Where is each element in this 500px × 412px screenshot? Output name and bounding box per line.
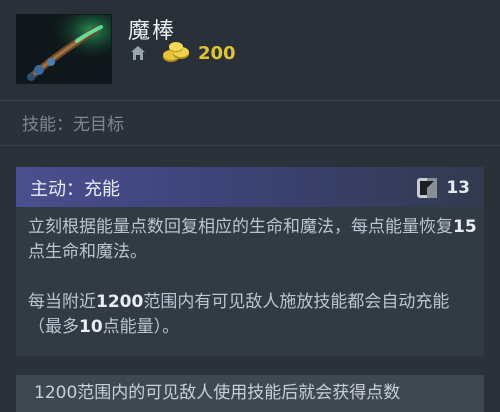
active-ability-description: 立刻根据能量点数回复相应的生命和魔法，每点能量恢复15点生命和魔法。 每当附近1… xyxy=(28,215,478,365)
item-tooltip: 魔棒 200 技能：无目标 主动：充能 13 立刻根据能量点数回复相应的生命和魔… xyxy=(0,0,500,412)
magic-stick-icon xyxy=(16,14,112,84)
ability-targeting: 技能：无目标 xyxy=(22,115,124,135)
gold-coins-icon xyxy=(163,42,189,62)
description-paragraph: 立刻根据能量点数回复相应的生命和魔法，每点能量恢复15点生命和魔法。 xyxy=(28,217,477,262)
active-ability-header: 主动：充能 13 xyxy=(16,167,484,207)
active-ability-block: 主动：充能 13 立刻根据能量点数回复相应的生命和魔法，每点能量恢复15点生命和… xyxy=(16,167,484,356)
divider xyxy=(0,145,500,146)
cooldown: 13 xyxy=(416,177,470,199)
tooltip-header: 魔棒 200 xyxy=(0,0,500,100)
home-shop-icon xyxy=(131,46,145,60)
gold-cost: 200 xyxy=(198,42,236,64)
cooldown-icon xyxy=(417,178,438,198)
description-paragraph: 每当附近1200范围内有可见敌人施放技能都会自动充能（最多10点能量）。 xyxy=(28,292,450,337)
active-ability-title: 主动：充能 xyxy=(30,179,120,200)
passive-note-text: 1200范围内的可见敌人使用技能后就会获得点数 xyxy=(34,383,401,403)
passive-note-block: 1200范围内的可见敌人使用技能后就会获得点数 xyxy=(16,375,484,412)
item-name: 魔棒 xyxy=(128,19,177,44)
cooldown-value: 13 xyxy=(446,178,470,198)
cost-row: 200 xyxy=(130,42,236,64)
divider xyxy=(0,100,500,101)
